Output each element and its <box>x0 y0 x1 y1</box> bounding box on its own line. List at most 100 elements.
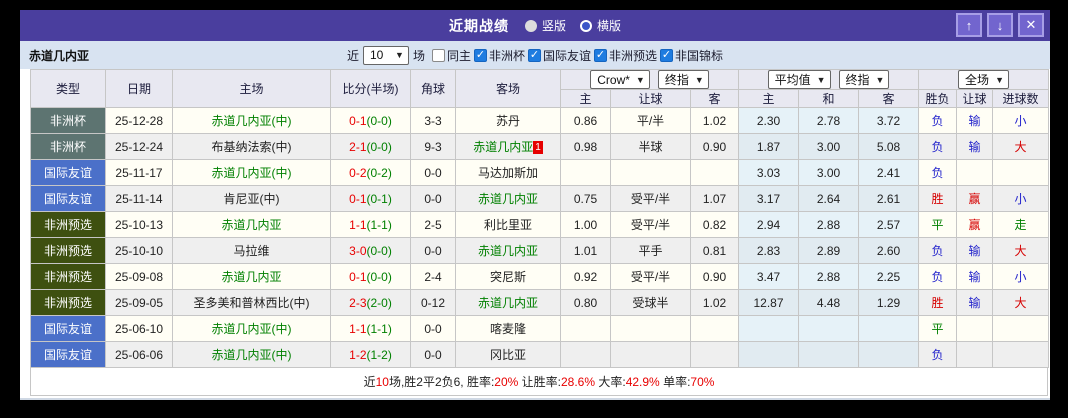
table-row[interactable]: 国际友谊 25-11-17 赤道几内亚(中) 0-2(0-2) 0-0 马达加斯加 3.03… <box>30 159 1050 186</box>
avg-away-cell: 2.57 <box>857 211 920 238</box>
away-team-cell: 赤道几内亚 <box>455 289 561 316</box>
type-cell: 非洲预选 <box>30 237 106 264</box>
home-team-cell: 圣多美和普林西比(中) <box>172 289 331 316</box>
move-down-button[interactable]: ↓ <box>987 13 1013 37</box>
subheader-handicap: 让球 <box>610 89 691 108</box>
type-cell: 非洲预选 <box>30 211 106 238</box>
table-row[interactable]: 非洲预选 25-09-05 圣多美和普林西比(中) 2-3(2-0) 0-12 赤道几内亚… <box>30 289 1050 316</box>
handicap-cell: 平/半 <box>610 107 691 134</box>
checkbox-label: 同主 <box>446 48 471 63</box>
bookmaker-final-value: 终指 <box>664 73 689 87</box>
summary-segment: 单率: <box>659 375 691 389</box>
handicap-cell: 半球 <box>610 133 691 160</box>
date-cell: 25-10-10 <box>105 237 173 264</box>
table-row[interactable]: 非洲杯 25-12-28 赤道几内亚(中) 0-1(0-0) 3-3 苏丹 0.86 平/半 1… <box>30 107 1050 134</box>
wdl-result-cell: 负 <box>918 133 958 160</box>
home-team-cell: 肯尼亚(中) <box>172 185 331 212</box>
fulltime-score: 1-2 <box>349 347 367 362</box>
fulltime-score: 3-0 <box>349 243 367 258</box>
down-arrow-icon: ↓ <box>996 17 1004 33</box>
bookmaker-final-select[interactable]: 终指 ▼ <box>657 70 709 89</box>
avg-home-cell: 2.83 <box>738 237 799 264</box>
recent-label: 近 <box>346 48 359 63</box>
average-select[interactable]: 平均值 ▼ <box>767 70 831 89</box>
matches-label: 场 <box>412 48 425 63</box>
wdl-result-cell: 胜 <box>918 185 958 212</box>
checkbox-intl-friendly[interactable]: ✓ 国际友谊 <box>528 47 591 64</box>
wdl-result-cell: 平 <box>918 315 958 342</box>
subheader-avg-draw: 和 <box>798 89 859 108</box>
away-team-cell: 利比里亚 <box>455 211 561 238</box>
table-row[interactable]: 国际友谊 25-11-14 肯尼亚(中) 0-1(0-1) 0-0 赤道几内亚 0.75 受平… <box>30 185 1050 212</box>
away-team-cell: 赤道几内亚 <box>455 237 561 264</box>
checkbox-same-home[interactable]: 同主 <box>431 47 471 64</box>
table-row[interactable]: 非洲杯 25-12-24 布基纳法索(中) 2-1(0-0) 9-3 赤道几内亚 1 0.98… <box>30 133 1050 160</box>
radio-vertical[interactable]: 竖版 <box>524 17 566 34</box>
table-row[interactable]: 非洲预选 25-10-13 赤道几内亚 1-1(1-1) 2-5 利比里亚 1.00 受平/半… <box>30 211 1050 238</box>
away-odds-cell: 0.90 <box>690 263 739 290</box>
fulltime-score: 0-2 <box>349 165 367 180</box>
avg-home-cell: 3.47 <box>738 263 799 290</box>
type-cell: 非洲预选 <box>30 289 106 316</box>
score-cell: 0-2(0-2) <box>330 159 411 186</box>
recent-count-select[interactable]: 10 ▼ <box>362 45 409 65</box>
halftime-score: (1-1) <box>366 217 392 232</box>
away-team-cell: 苏丹 <box>455 107 561 134</box>
close-button[interactable]: ✕ <box>1018 13 1044 37</box>
handicap-cell <box>610 315 691 342</box>
chevron-down-icon: ▼ <box>816 74 826 85</box>
score-cell: 2-3(2-0) <box>330 289 411 316</box>
table-row[interactable]: 国际友谊 25-06-06 赤道几内亚(中) 1-2(1-2) 0-0 冈比亚负 <box>30 341 1050 368</box>
away-odds-cell <box>690 159 739 186</box>
away-odds-cell: 1.02 <box>690 289 739 316</box>
goals-result-cell: 走 <box>992 211 1050 238</box>
checkbox-africa-cup[interactable]: ✓ 非洲杯 <box>473 47 525 64</box>
home-team-cell: 赤道几内亚(中) <box>172 107 331 134</box>
checkbox-africa-championship[interactable]: ✓ 非国锦标 <box>660 47 723 64</box>
move-up-button[interactable]: ↑ <box>956 13 982 37</box>
avg-away-cell <box>857 341 920 368</box>
average-final-select[interactable]: 终指 ▼ <box>838 70 890 89</box>
table-row[interactable]: 非洲预选 25-10-10 马拉维 3-0(0-0) 0-0 赤道几内亚 1.01 平手 0.8… <box>30 237 1050 264</box>
table-row[interactable]: 非洲预选 25-09-08 赤道几内亚 0-1(0-0) 2-4 突尼斯 0.92 受平/半 0… <box>30 263 1050 290</box>
wdl-result-cell: 负 <box>918 341 958 368</box>
home-team-cell: 赤道几内亚 <box>172 263 331 290</box>
recent-count-value: 10 <box>369 48 384 62</box>
home-odds-cell: 0.80 <box>560 289 611 316</box>
bookmaker-select-value: Crow* <box>597 72 630 87</box>
avg-home-cell: 1.87 <box>738 133 799 160</box>
fulltime-score: 0-1 <box>349 113 367 128</box>
scope-select[interactable]: 全场 ▼ <box>958 70 1009 89</box>
checkbox-africa-qualifier[interactable]: ✓ 非洲预选 <box>594 47 657 64</box>
handicap-result-cell: 输 <box>956 133 994 160</box>
check-icon: ✓ <box>528 48 541 62</box>
corner-cell: 2-4 <box>410 263 456 290</box>
goals-result-cell: 小 <box>992 185 1050 212</box>
avg-draw-cell <box>798 341 859 368</box>
home-odds-cell: 0.86 <box>560 107 611 134</box>
radio-horizontal[interactable]: 横版 <box>580 17 621 34</box>
bookmaker-select[interactable]: Crow* ▼ <box>590 70 650 89</box>
date-cell: 25-06-06 <box>105 341 173 368</box>
handicap-result-cell: 赢 <box>956 211 994 238</box>
subheader-avg-home: 主 <box>738 89 799 108</box>
corner-cell: 2-5 <box>410 211 456 238</box>
corner-cell: 0-0 <box>410 185 456 212</box>
summary-segment: 场,胜2平2负6, 胜率: <box>388 375 495 389</box>
away-team-cell: 突尼斯 <box>455 263 561 290</box>
score-cell: 0-1(0-1) <box>330 185 411 212</box>
halftime-score: (0-2) <box>366 165 392 180</box>
handicap-result-cell <box>956 341 994 368</box>
away-odds-cell <box>690 341 739 368</box>
average-select-value: 平均值 <box>774 73 811 87</box>
summary-segment: 70% <box>690 374 715 389</box>
avg-home-cell: 12.87 <box>738 289 799 316</box>
table-row[interactable]: 国际友谊 25-06-10 赤道几内亚(中) 1-1(1-1) 0-0 喀麦隆平 <box>30 315 1050 342</box>
date-cell: 25-10-13 <box>105 211 173 238</box>
halftime-score: (1-1) <box>366 321 392 336</box>
avg-home-cell: 2.30 <box>738 107 799 134</box>
halftime-score: (1-2) <box>366 347 392 362</box>
up-arrow-icon: ↑ <box>965 17 973 33</box>
avg-draw-cell <box>798 315 859 342</box>
check-icon: ✓ <box>660 48 674 62</box>
